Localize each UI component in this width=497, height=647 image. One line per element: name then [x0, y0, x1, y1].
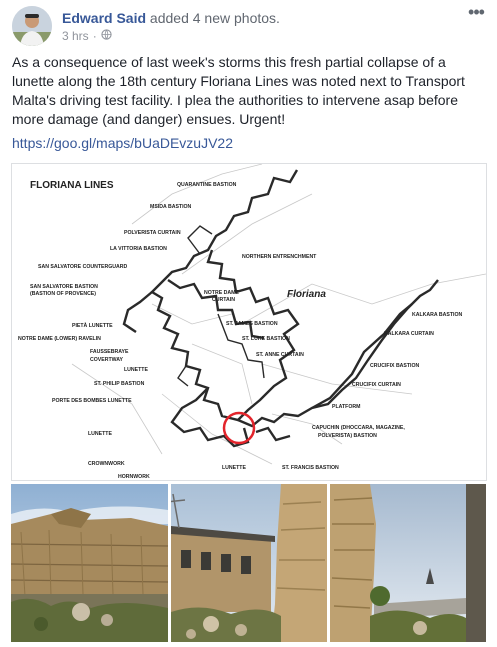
avatar[interactable]	[12, 6, 52, 46]
map-label: PORTE DES BOMBES LUNETTE	[52, 398, 132, 404]
map-label: PLATFORM	[332, 404, 360, 410]
building-and-rubble-photo[interactable]	[171, 484, 327, 642]
map-label: KALKARA BASTION	[412, 312, 462, 318]
map-label: PIETÀ LUNETTE	[72, 322, 113, 329]
author-line: Edward Said added 4 new photos.	[62, 10, 280, 26]
map-label: SAN SALVATORE BASTION	[30, 284, 98, 290]
floriana-lines-map: FLORIANA LINES Floriana QUARANTINE BASTI…	[18, 164, 486, 480]
map-label: CROWNWORK	[88, 461, 125, 467]
map-title: FLORIANA LINES	[30, 180, 114, 191]
more-options-icon[interactable]: •••	[465, 3, 487, 26]
avatar-image	[12, 6, 52, 46]
map-label: POLVERISTA) BASTION	[318, 433, 377, 439]
author-name[interactable]: Edward Said	[62, 10, 146, 26]
map-label: POLVERISTA CURTAIN	[124, 230, 181, 236]
map-label: ST. JAMES BASTION	[226, 321, 278, 327]
map-label: QUARANTINE BASTION	[177, 182, 237, 188]
map-label: LUNETTE	[88, 431, 112, 437]
floriana-lines-map-photo[interactable]: FLORIANA LINES Floriana QUARANTINE BASTI…	[11, 163, 487, 481]
map-city-label: Floriana	[287, 289, 326, 300]
map-label: NOTRE DAME (LOWER) RAVELIN	[18, 336, 101, 342]
post-text: As a consequence of last week's storms t…	[12, 54, 465, 127]
map-label: MSIDA BASTION	[150, 204, 192, 210]
map-label: (BASTION OF PROVENCE)	[30, 291, 96, 297]
post-action: added 4 new photos.	[149, 10, 280, 26]
map-label: COVERTWAY	[90, 357, 123, 363]
meta-separator: ·	[92, 29, 97, 43]
map-link[interactable]: https://goo.gl/maps/bUaDEvzuJV22	[12, 135, 233, 151]
map-label: ST. FRANCIS BASTION	[282, 465, 339, 471]
map-label: LA VITTORIA BASTION	[110, 246, 167, 252]
map-label: KALKARA CURTAIN	[384, 331, 434, 337]
map-label: SAN SALVATORE COUNTERGUARD	[38, 264, 127, 270]
map-label: CURTAIN	[212, 297, 235, 303]
post-header: Edward Said added 4 new photos. 3 hrs · …	[12, 3, 487, 46]
map-label: HORNWORK	[118, 474, 150, 480]
post-time[interactable]: 3 hrs	[62, 29, 89, 43]
map-label: NORTHERN ENTRENCHMENT	[242, 254, 317, 260]
collapsed-lunette-wall-photo[interactable]	[11, 484, 168, 642]
collapsed-stone-column-photo[interactable]	[330, 484, 486, 642]
map-label: ST. ANNE CURTAIN	[256, 352, 304, 358]
map-label: CRUCIFIX BASTION	[370, 363, 420, 369]
globe-icon[interactable]	[101, 29, 112, 43]
map-label: LUNETTE	[124, 367, 148, 373]
map-label: LUNETTE	[222, 465, 246, 471]
map-label: NOTRE DAME	[204, 290, 239, 296]
post-meta: 3 hrs ·	[62, 29, 112, 43]
map-label: ST. PHILIP BASTION	[94, 381, 145, 387]
map-label: FAUSSEBRAYE	[90, 349, 129, 355]
map-label: ST. LUKE BASTION	[242, 336, 290, 342]
map-label: CAPUCHIN (DHOCCARA, MAGAZINE,	[312, 425, 405, 431]
map-label: CRUCIFIX CURTAIN	[352, 382, 401, 388]
